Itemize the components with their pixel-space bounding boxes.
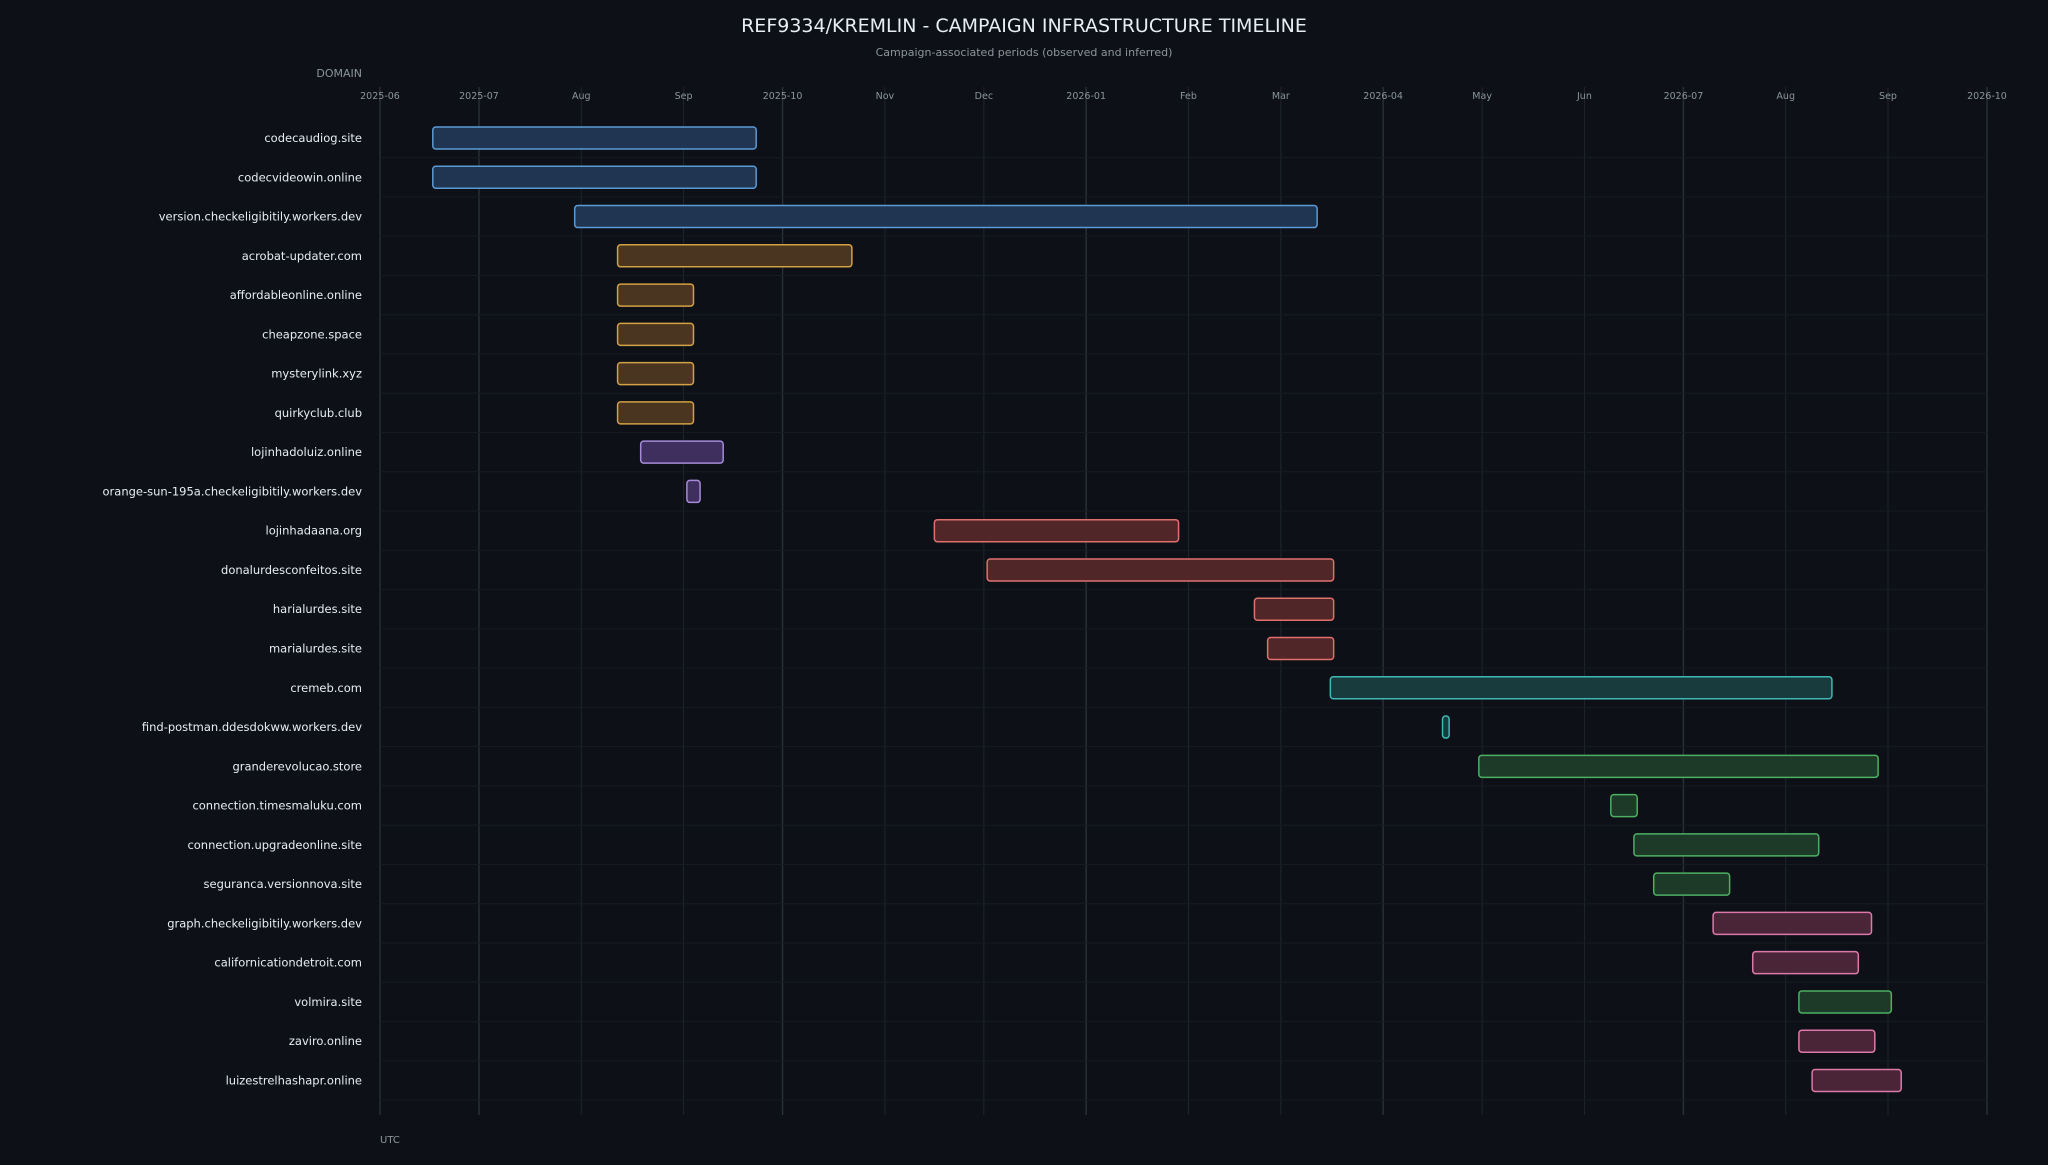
timezone-label: UTC — [380, 1135, 400, 1146]
timeline-bar — [616, 322, 695, 347]
y-axis-label: DOMAIN — [316, 67, 362, 80]
domain-label: mysterylink.xyz — [271, 367, 362, 381]
timeline-bar — [1329, 676, 1833, 700]
timeline-bar — [933, 518, 1180, 543]
domain-label: lojinhadaana.org — [266, 524, 363, 538]
timeline-bar — [1441, 715, 1450, 739]
x-tick-label: 2026-04 — [1363, 91, 1403, 102]
timeline-bar — [616, 401, 695, 425]
x-tick-label: Sep — [675, 91, 693, 102]
domain-label: zaviro.online — [289, 1034, 362, 1048]
timeline-bar — [432, 126, 757, 150]
x-tick-label: 2026-01 — [1066, 91, 1106, 102]
x-tick-label: Dec — [975, 91, 993, 102]
domain-label: codecvideowin.online — [238, 170, 362, 184]
timeline-bar — [1751, 950, 1860, 975]
timeline-bar — [432, 165, 757, 190]
domain-label: harialurdes.site — [273, 602, 362, 616]
domain-labels: codecaudiog.site codecvideowin.online vers… — [103, 131, 363, 1087]
x-tick-label: Aug — [1776, 91, 1795, 102]
domain-label: californicationdetroit.com — [214, 956, 362, 970]
domain-label: quirkyclub.club — [275, 406, 362, 420]
domain-label: donalurdesconfeitos.site — [221, 563, 362, 577]
domain-label: orange-sun-195a.checkeligibitily.workers… — [103, 484, 363, 498]
domain-label: lojinhadoluiz.online — [251, 445, 362, 459]
x-tick-label: May — [1472, 91, 1492, 102]
x-tick-label: 2025-10 — [763, 91, 803, 102]
timeline-bar — [1811, 1068, 1902, 1093]
timeline-bar — [686, 479, 701, 504]
x-tick-label: 2025-06 — [360, 91, 400, 102]
timeline-bars — [432, 126, 1902, 1093]
chart-container: REF9334/KREMLIN - CAMPAIGN INFRASTRUCTUR… — [0, 0, 2048, 1161]
chart-subtitle: Campaign-associated periods (observed an… — [876, 46, 1173, 59]
timeline-bar — [573, 204, 1318, 229]
timeline-bar — [1266, 636, 1335, 661]
timeline-bar — [616, 244, 853, 268]
timeline-bar — [1478, 754, 1879, 779]
timeline-bar — [1798, 1029, 1876, 1053]
domain-label: connection.upgradeonline.site — [187, 838, 362, 852]
domain-label: find-postman.ddesdokww.workers.dev — [142, 720, 362, 734]
x-tick-label: Sep — [1879, 91, 1897, 102]
chart-title: REF9334/KREMLIN - CAMPAIGN INFRASTRUCTUR… — [741, 15, 1307, 37]
domain-label: cheapzone.space — [262, 327, 362, 341]
timeline-bar — [1798, 990, 1893, 1014]
timeline-bar — [1633, 833, 1820, 857]
domain-label: connection.timesmaluku.com — [192, 799, 362, 813]
timeline-bar — [1652, 872, 1731, 896]
timeline-bar — [616, 361, 695, 386]
x-tick-label: 2026-07 — [1664, 91, 1704, 102]
x-tick-label: Mar — [1272, 91, 1290, 102]
domain-label: marialurdes.site — [269, 642, 362, 656]
timeline-bar — [1253, 597, 1335, 621]
domain-label: volmira.site — [294, 995, 362, 1009]
timeline-bar — [639, 440, 724, 464]
timeline-bar — [986, 558, 1335, 582]
domain-label: seguranca.versionnova.site — [204, 877, 362, 891]
domain-label: cremeb.com — [290, 681, 362, 695]
domain-label: graph.checkeligibitily.workers.dev — [167, 916, 362, 930]
domain-label: version.checkeligibitily.workers.dev — [159, 210, 362, 224]
timeline-bar — [1712, 911, 1873, 936]
gantt-chart: REF9334/KREMLIN - CAMPAIGN INFRASTRUCTUR… — [103, 15, 2007, 1146]
x-tick-label: Aug — [572, 91, 591, 102]
domain-label: luizestrelhashapr.online — [226, 1073, 362, 1087]
x-tick-label: Nov — [876, 91, 895, 102]
domain-label: affordableonline.online — [230, 288, 362, 302]
timeline-bar — [616, 283, 695, 307]
domain-label: acrobat-updater.com — [242, 249, 362, 263]
x-tick-label: 2026-10 — [1967, 91, 2007, 102]
domain-label: codecaudiog.site — [264, 131, 362, 145]
x-tick-label: 2025-07 — [459, 91, 499, 102]
domain-label: granderevolucao.store — [232, 759, 362, 773]
x-tick-label: Feb — [1180, 91, 1197, 102]
grid-layer — [379, 87, 1988, 1115]
x-axis-ticks: 2025-06 2025-07 Aug Sep 2025-10 Nov Dec 2026-01… — [360, 91, 2007, 102]
x-tick-label: Jun — [1576, 91, 1592, 102]
timeline-bar — [1610, 793, 1638, 818]
